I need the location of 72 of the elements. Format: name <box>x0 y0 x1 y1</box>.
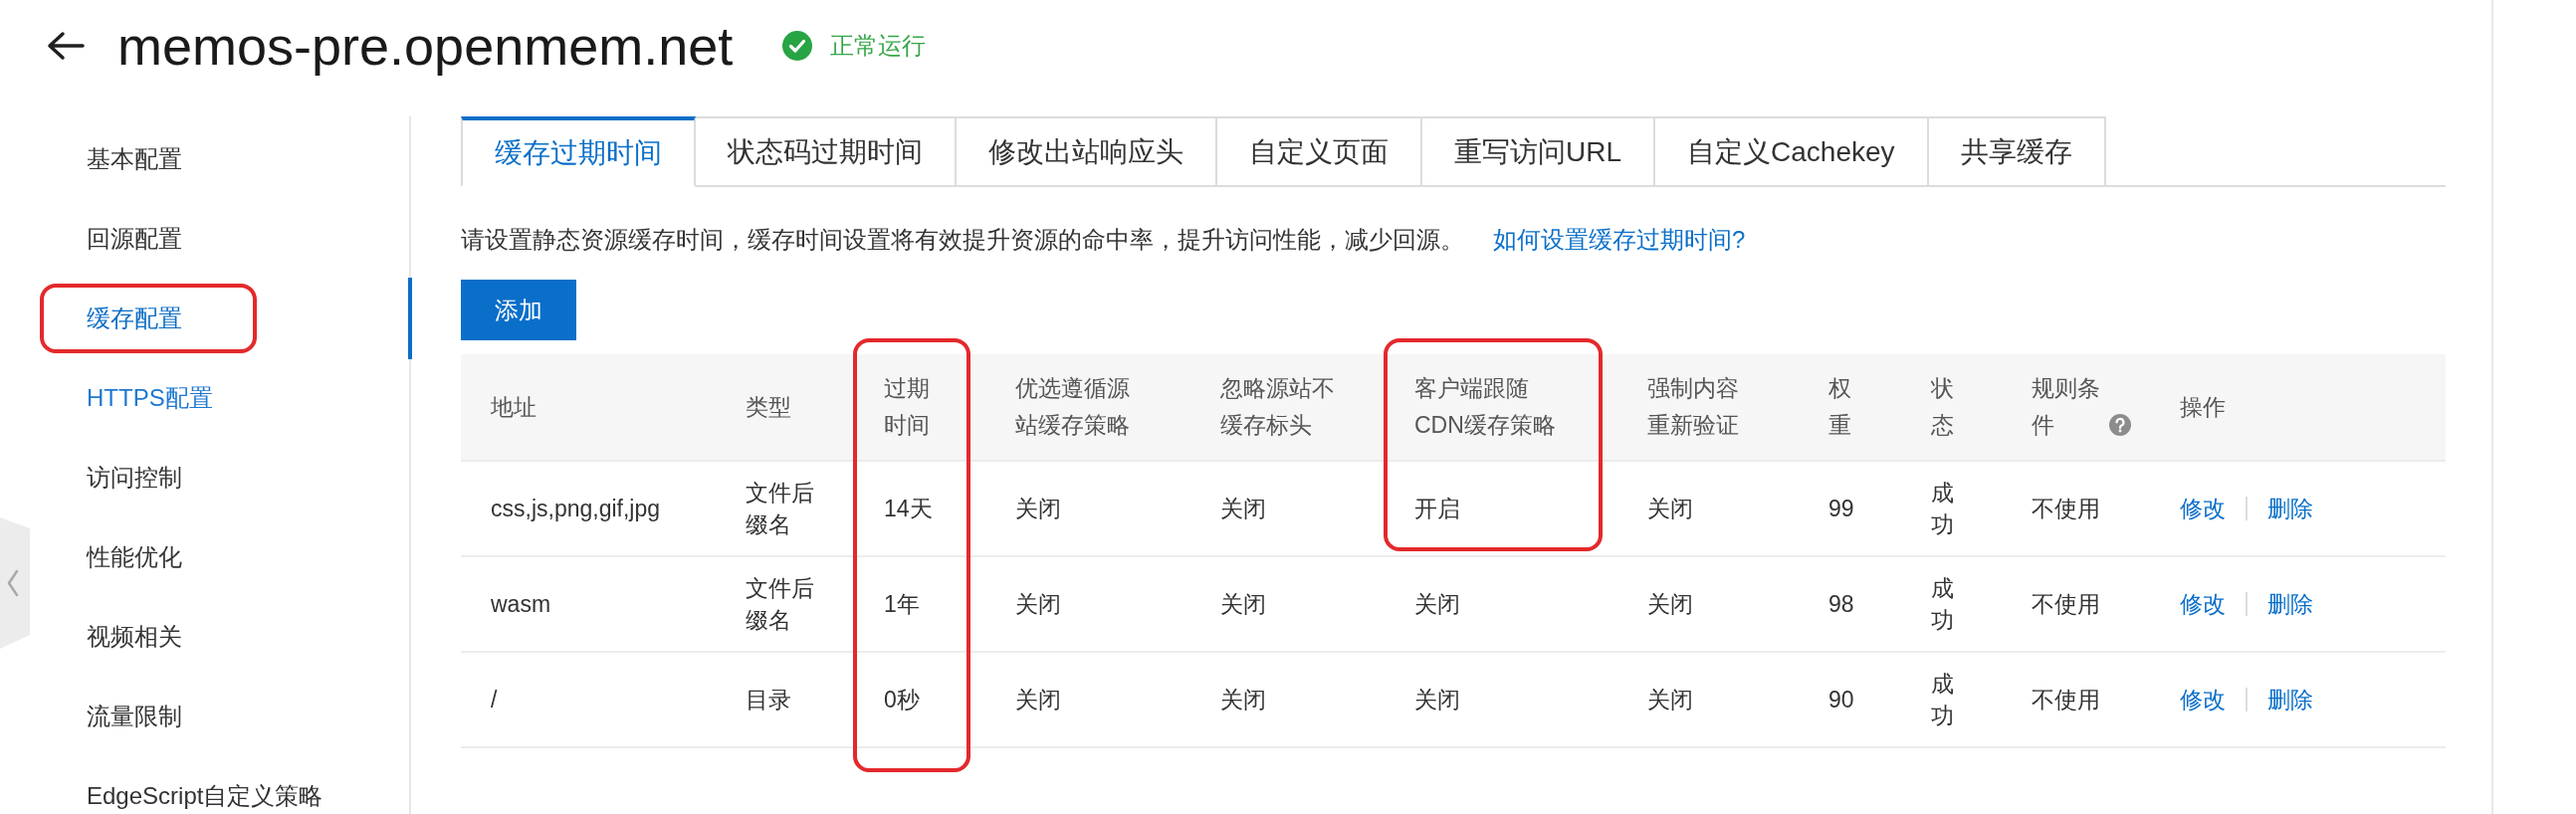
table-cell-text: 不使用 <box>2032 686 2100 714</box>
sidebar-item[interactable]: 回源配置 <box>87 222 182 256</box>
sidebar-item[interactable]: 缓存配置 <box>87 302 182 335</box>
table-cell-text: 不使用 <box>2032 495 2100 523</box>
table-cell-text: / <box>491 686 498 714</box>
column-header: 操作 <box>2180 392 2226 422</box>
table-cell-text: 目录 <box>746 686 791 714</box>
notice-text: 请设置静态资源缓存时间，缓存时间设置将有效提升资源的命中率，提升访问性能，减少回源。 <box>461 225 1464 255</box>
column-header: 地址 <box>491 392 537 422</box>
sidebar-item[interactable]: 视频相关 <box>87 620 182 654</box>
tab[interactable]: 缓存过期时间 <box>461 116 696 187</box>
table-cell-text: 1年 <box>884 590 920 619</box>
status-label: 正常运行 <box>830 31 927 61</box>
delete-link[interactable]: 删除 <box>2267 588 2313 620</box>
table-cell-text: 关闭 <box>1647 590 1693 619</box>
table-cell-text: 关闭 <box>1414 590 1460 619</box>
table-cell-text: 成功 <box>1931 479 1955 539</box>
table-cell-text: 90 <box>1828 686 1854 714</box>
help-icon[interactable] <box>2108 414 2131 436</box>
table-cell-text: 关闭 <box>1647 495 1693 523</box>
column-header: 强制内容重新验证 <box>1647 374 1740 440</box>
delete-link[interactable]: 删除 <box>2267 684 2313 715</box>
table-cell-text: 关闭 <box>1220 686 1266 714</box>
chevron-left-icon <box>7 569 19 597</box>
table-cell-text: 开启 <box>1414 495 1460 523</box>
column-header: 优选遵循源站缓存策略 <box>1015 374 1131 440</box>
table-cell-text: css,js,png,gif,jpg <box>491 495 661 523</box>
column-header: 客户端跟随CDN缓存策略 <box>1414 374 1557 440</box>
sidebar-item[interactable]: 基本配置 <box>87 142 182 176</box>
column-header: 过期时间 <box>884 374 931 440</box>
tab[interactable]: 状态码过期时间 <box>696 116 957 187</box>
table-cell-text: 成功 <box>1931 574 1955 635</box>
edit-link[interactable]: 修改 <box>2180 684 2226 715</box>
column-header: 权重 <box>1828 374 1852 440</box>
tab[interactable]: 共享缓存 <box>1928 116 2106 187</box>
column-header: 忽略源站不缓存标头 <box>1220 374 1336 440</box>
table-cell-text: wasm <box>491 590 551 619</box>
delete-link[interactable]: 删除 <box>2267 493 2313 524</box>
table-cell-text: 关闭 <box>1414 686 1460 714</box>
table-cell-text: 关闭 <box>1015 590 1061 619</box>
column-header: 类型 <box>746 392 791 422</box>
table-cell-text: 文件后缀名 <box>746 479 815 539</box>
tab[interactable]: 修改出站响应头 <box>957 116 1217 187</box>
table-cell-text: 0秒 <box>884 686 920 714</box>
table-cell-text: 14天 <box>884 495 933 523</box>
add-button[interactable]: 添加 <box>461 280 576 340</box>
back-arrow-icon[interactable] <box>46 31 86 61</box>
table-cell-text: 关闭 <box>1015 495 1061 523</box>
sidebar-item[interactable]: 流量限制 <box>87 700 182 733</box>
table-cell-text: 关闭 <box>1220 590 1266 619</box>
tab[interactable]: 自定义页面 <box>1217 116 1422 187</box>
sidebar-item[interactable]: 性能优化 <box>87 540 182 574</box>
table-cell-text: 关闭 <box>1015 686 1061 714</box>
column-header: 状态 <box>1931 374 1955 440</box>
page-title: memos-pre.openmem.net <box>117 14 734 78</box>
sidebar-item[interactable]: 访问控制 <box>87 461 182 495</box>
tab[interactable]: 重写访问URL <box>1422 116 1655 187</box>
collapse-handle[interactable] <box>0 517 30 649</box>
table-cell-text: 关闭 <box>1647 686 1693 714</box>
table-cell-text: 98 <box>1828 590 1854 619</box>
table-cell-text: 不使用 <box>2032 590 2100 619</box>
edit-link[interactable]: 修改 <box>2180 493 2226 524</box>
tab[interactable]: 自定义Cachekey <box>1655 116 1929 187</box>
column-header: 规则条件 <box>2032 374 2101 440</box>
sidebar-item[interactable]: EdgeScript自定义策略 <box>87 779 323 813</box>
edit-link[interactable]: 修改 <box>2180 588 2226 620</box>
table-cell-text: 文件后缀名 <box>746 574 815 635</box>
table-cell-text: 关闭 <box>1220 495 1266 523</box>
table-cell-text: 成功 <box>1931 670 1955 730</box>
table-cell-text: 99 <box>1828 495 1854 523</box>
help-link[interactable]: 如何设置缓存过期时间? <box>1493 223 1746 257</box>
sidebar-item[interactable]: HTTPS配置 <box>87 381 213 415</box>
